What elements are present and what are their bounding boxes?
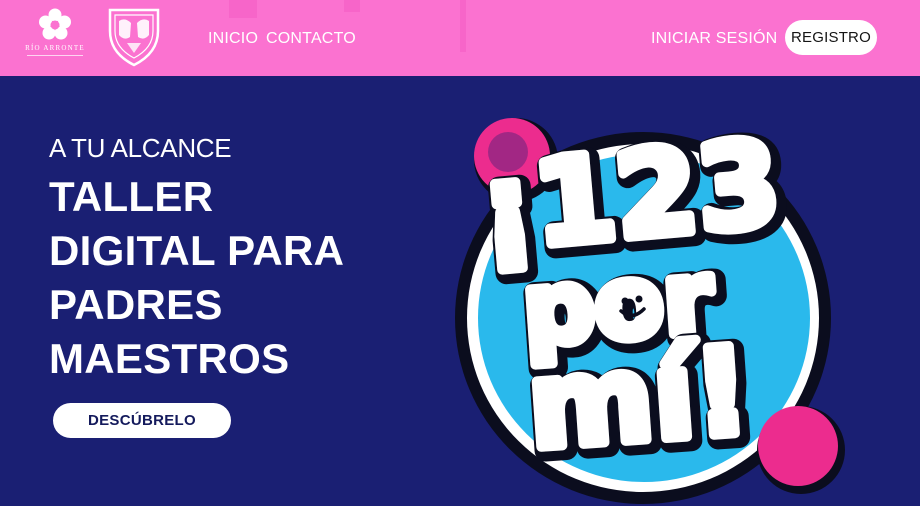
hero-title-line: TALLER — [49, 173, 214, 220]
hero-title-line: MAESTROS — [49, 335, 290, 382]
register-button[interactable]: REGISTRO — [785, 20, 877, 55]
logo-line-mi: mí! — [524, 322, 754, 476]
unam-shield-logo[interactable] — [107, 7, 161, 67]
header-decoration — [344, 0, 360, 12]
nav-inicio-link[interactable]: INICIO — [208, 29, 258, 49]
site-header: RÍO ARRONTE INICIO CONTACTO INICIAR SESI… — [0, 0, 920, 76]
pink-accent-bottom — [758, 406, 838, 486]
shield-icon — [108, 8, 160, 67]
flower-icon — [39, 8, 71, 40]
landing-page: RÍO ARRONTE INICIO CONTACTO INICIAR SESI… — [0, 0, 920, 506]
hero-title-line: PADRES — [49, 281, 223, 328]
hero-title-line: DIGITAL PARA — [49, 227, 345, 274]
login-link[interactable]: INICIAR SESIÓN — [651, 29, 777, 49]
header-decoration — [229, 0, 257, 18]
hero-title: TALLER DIGITAL PARA PADRES MAESTROS — [49, 170, 344, 386]
rio-arronte-text: RÍO ARRONTE — [25, 44, 85, 52]
nav-contacto-link[interactable]: CONTACTO — [266, 29, 356, 49]
program-logo-123-por-mi: ¡123 ¡123 ¡123 por por por mí! mí! mí! — [455, 108, 845, 504]
header-decoration — [460, 0, 466, 52]
logo-underline — [27, 55, 83, 56]
hero-eyebrow: A TU ALCANCE — [49, 133, 232, 163]
discover-button[interactable]: DESCÚBRELO — [53, 403, 231, 438]
rio-arronte-logo[interactable]: RÍO ARRONTE — [14, 8, 96, 64]
